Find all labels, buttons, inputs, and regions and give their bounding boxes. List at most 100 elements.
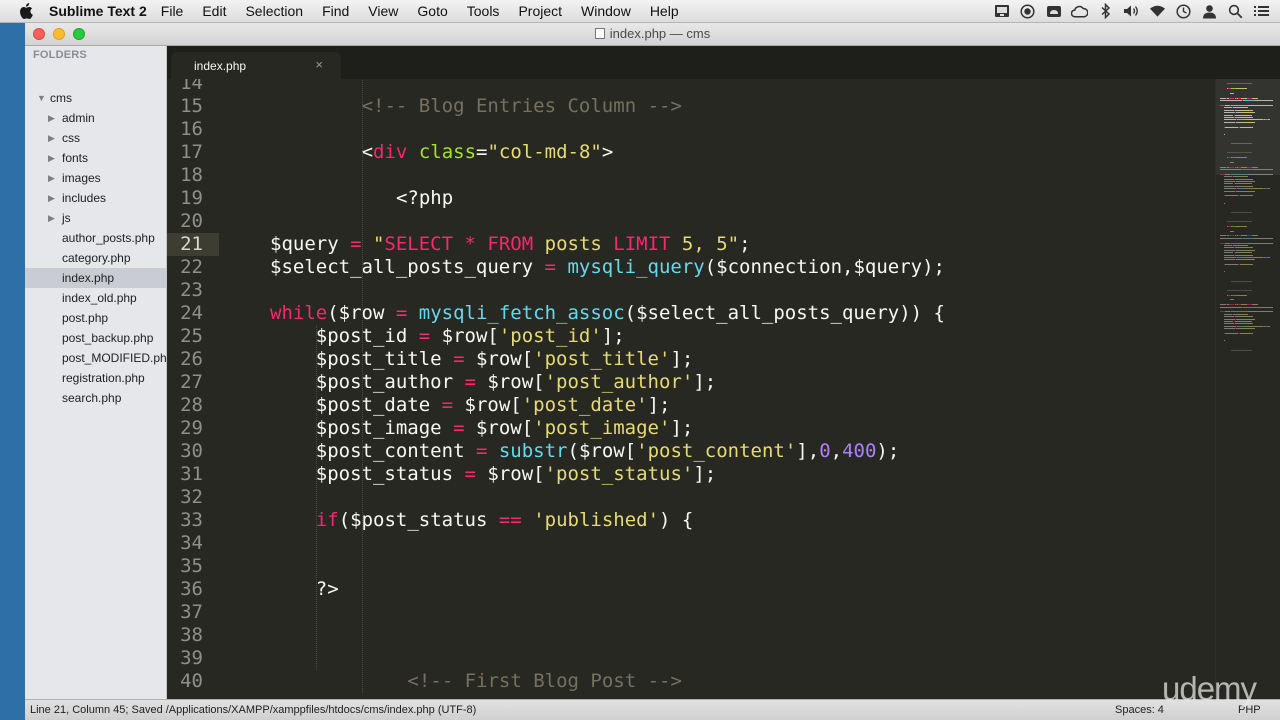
line-number[interactable]: 32 bbox=[167, 486, 203, 509]
menu-project[interactable]: Project bbox=[518, 3, 562, 19]
sidebar-folder-admin[interactable]: ▶ admin bbox=[25, 108, 166, 128]
code-line[interactable]: 34 bbox=[167, 532, 1215, 555]
sidebar-folder-cms[interactable]: ▼ cms bbox=[25, 88, 166, 108]
line-number[interactable]: 40 bbox=[167, 670, 203, 693]
menu-window[interactable]: Window bbox=[581, 3, 631, 19]
code-line[interactable]: 19 <?php bbox=[167, 187, 1215, 210]
creative-cloud-icon[interactable] bbox=[1071, 3, 1088, 20]
line-number[interactable]: 35 bbox=[167, 555, 203, 578]
menu-find[interactable]: Find bbox=[322, 3, 349, 19]
tab-index-php[interactable]: index.php × bbox=[171, 52, 341, 79]
line-number[interactable]: 19 bbox=[167, 187, 203, 210]
folder-triangle-icon[interactable]: ▶ bbox=[48, 128, 55, 148]
sidebar-file-post-modified-php[interactable]: post_MODIFIED.php bbox=[25, 348, 166, 368]
line-number[interactable]: 36 bbox=[167, 578, 203, 601]
list-icon[interactable] bbox=[1253, 3, 1270, 20]
menu-selection[interactable]: Selection bbox=[245, 3, 303, 19]
sidebar-file-index-old-php[interactable]: index_old.php bbox=[25, 288, 166, 308]
code-line[interactable]: 36 ?> bbox=[167, 578, 1215, 601]
code-line[interactable]: 37 bbox=[167, 601, 1215, 624]
sidebar-folder-fonts[interactable]: ▶ fonts bbox=[25, 148, 166, 168]
code-line[interactable]: 23 bbox=[167, 279, 1215, 302]
bluetooth-icon[interactable] bbox=[1097, 3, 1114, 20]
code-line[interactable]: 33 if($post_status == 'published') { bbox=[167, 509, 1215, 532]
sidebar-file-search-php[interactable]: search.php bbox=[25, 388, 166, 408]
code-line[interactable]: 14 bbox=[167, 79, 1215, 95]
line-number[interactable]: 24 bbox=[167, 302, 203, 325]
line-number[interactable]: 30 bbox=[167, 440, 203, 463]
line-number[interactable]: 31 bbox=[167, 463, 203, 486]
line-number[interactable]: 21 bbox=[167, 233, 203, 256]
line-number[interactable]: 26 bbox=[167, 348, 203, 371]
sidebar-file-post-backup-php[interactable]: post_backup.php bbox=[25, 328, 166, 348]
sidebar-file-category-php[interactable]: category.php bbox=[25, 248, 166, 268]
sidebar-folder-images[interactable]: ▶ images bbox=[25, 168, 166, 188]
clock-icon[interactable] bbox=[1175, 3, 1192, 20]
line-number[interactable]: 15 bbox=[167, 95, 203, 118]
folder-triangle-icon[interactable]: ▶ bbox=[48, 208, 55, 228]
code-line[interactable]: 25 $post_id = $row['post_id']; bbox=[167, 325, 1215, 348]
menu-file[interactable]: File bbox=[161, 3, 184, 19]
line-number[interactable]: 27 bbox=[167, 371, 203, 394]
folder-triangle-icon[interactable]: ▶ bbox=[48, 108, 55, 128]
code-line[interactable]: 29 $post_image = $row['post_image']; bbox=[167, 417, 1215, 440]
code-line[interactable]: 22 $select_all_posts_query = mysqli_query… bbox=[167, 256, 1215, 279]
line-number[interactable]: 28 bbox=[167, 394, 203, 417]
cloud-icon[interactable] bbox=[1045, 3, 1062, 20]
line-number[interactable]: 14 bbox=[167, 79, 203, 95]
menu-view[interactable]: View bbox=[368, 3, 398, 19]
line-number[interactable]: 23 bbox=[167, 279, 203, 302]
sidebar-file-author-posts-php[interactable]: author_posts.php bbox=[25, 228, 166, 248]
tab-close-icon[interactable]: × bbox=[315, 57, 323, 72]
wifi-icon[interactable] bbox=[1149, 3, 1166, 20]
minimap[interactable] bbox=[1215, 79, 1280, 699]
code-line[interactable]: 24 while($row = mysqli_fetch_assoc($selec… bbox=[167, 302, 1215, 325]
code-line[interactable]: 38 bbox=[167, 624, 1215, 647]
line-number[interactable]: 18 bbox=[167, 164, 203, 187]
code-line[interactable]: 32 bbox=[167, 486, 1215, 509]
sidebar-folder-css[interactable]: ▶ css bbox=[25, 128, 166, 148]
code-line[interactable]: 28 $post_date = $row['post_date']; bbox=[167, 394, 1215, 417]
line-number[interactable]: 38 bbox=[167, 624, 203, 647]
code-editor[interactable]: 14 15 <!-- Blog Entries Column --> 16 17 <div… bbox=[167, 79, 1215, 699]
line-number[interactable]: 22 bbox=[167, 256, 203, 279]
line-number[interactable]: 33 bbox=[167, 509, 203, 532]
folder-triangle-icon[interactable]: ▶ bbox=[48, 188, 55, 208]
menu-tools[interactable]: Tools bbox=[467, 3, 500, 19]
sidebar-file-post-php[interactable]: post.php bbox=[25, 308, 166, 328]
menu-help[interactable]: Help bbox=[650, 3, 679, 19]
code-line[interactable]: 35 bbox=[167, 555, 1215, 578]
code-line[interactable]: 30 $post_content = substr($row['post_cont… bbox=[167, 440, 1215, 463]
menu-edit[interactable]: Edit bbox=[202, 3, 226, 19]
line-number[interactable]: 39 bbox=[167, 647, 203, 670]
code-line[interactable]: 31 $post_status = $row['post_status']; bbox=[167, 463, 1215, 486]
sidebar-file-index-php[interactable]: index.php bbox=[25, 268, 166, 288]
volume-icon[interactable] bbox=[1123, 3, 1140, 20]
menu-app-name[interactable]: Sublime Text 2 bbox=[49, 3, 147, 19]
code-line[interactable]: 21 $query = "SELECT * FROM posts LIMIT 5,… bbox=[167, 233, 1215, 256]
line-number[interactable]: 20 bbox=[167, 210, 203, 233]
menu-goto[interactable]: Goto bbox=[417, 3, 447, 19]
folder-triangle-icon[interactable]: ▶ bbox=[48, 148, 55, 168]
line-number[interactable]: 16 bbox=[167, 118, 203, 141]
line-number[interactable]: 29 bbox=[167, 417, 203, 440]
code-line[interactable]: 16 bbox=[167, 118, 1215, 141]
code-line[interactable]: 39 bbox=[167, 647, 1215, 670]
code-line[interactable]: 18 bbox=[167, 164, 1215, 187]
code-line[interactable]: 15 <!-- Blog Entries Column --> bbox=[167, 95, 1215, 118]
folder-triangle-icon[interactable]: ▶ bbox=[48, 168, 55, 188]
code-line[interactable]: 20 bbox=[167, 210, 1215, 233]
title-bar[interactable]: index.php — cms bbox=[25, 23, 1280, 46]
line-number[interactable]: 37 bbox=[167, 601, 203, 624]
code-line[interactable]: 17 <div class="col-md-8"> bbox=[167, 141, 1215, 164]
folder-triangle-icon[interactable]: ▼ bbox=[37, 88, 46, 108]
line-number[interactable]: 34 bbox=[167, 532, 203, 555]
sidebar-file-registration-php[interactable]: registration.php bbox=[25, 368, 166, 388]
code-line[interactable]: 40 <!-- First Blog Post --> bbox=[167, 670, 1215, 693]
code-line[interactable]: 27 $post_author = $row['post_author']; bbox=[167, 371, 1215, 394]
indentation-status[interactable]: Spaces: 4 bbox=[1115, 700, 1164, 720]
code-line[interactable]: 26 $post_title = $row['post_title']; bbox=[167, 348, 1215, 371]
user-icon[interactable] bbox=[1201, 3, 1218, 20]
apple-icon[interactable] bbox=[19, 3, 35, 19]
record-icon[interactable] bbox=[1019, 3, 1036, 20]
